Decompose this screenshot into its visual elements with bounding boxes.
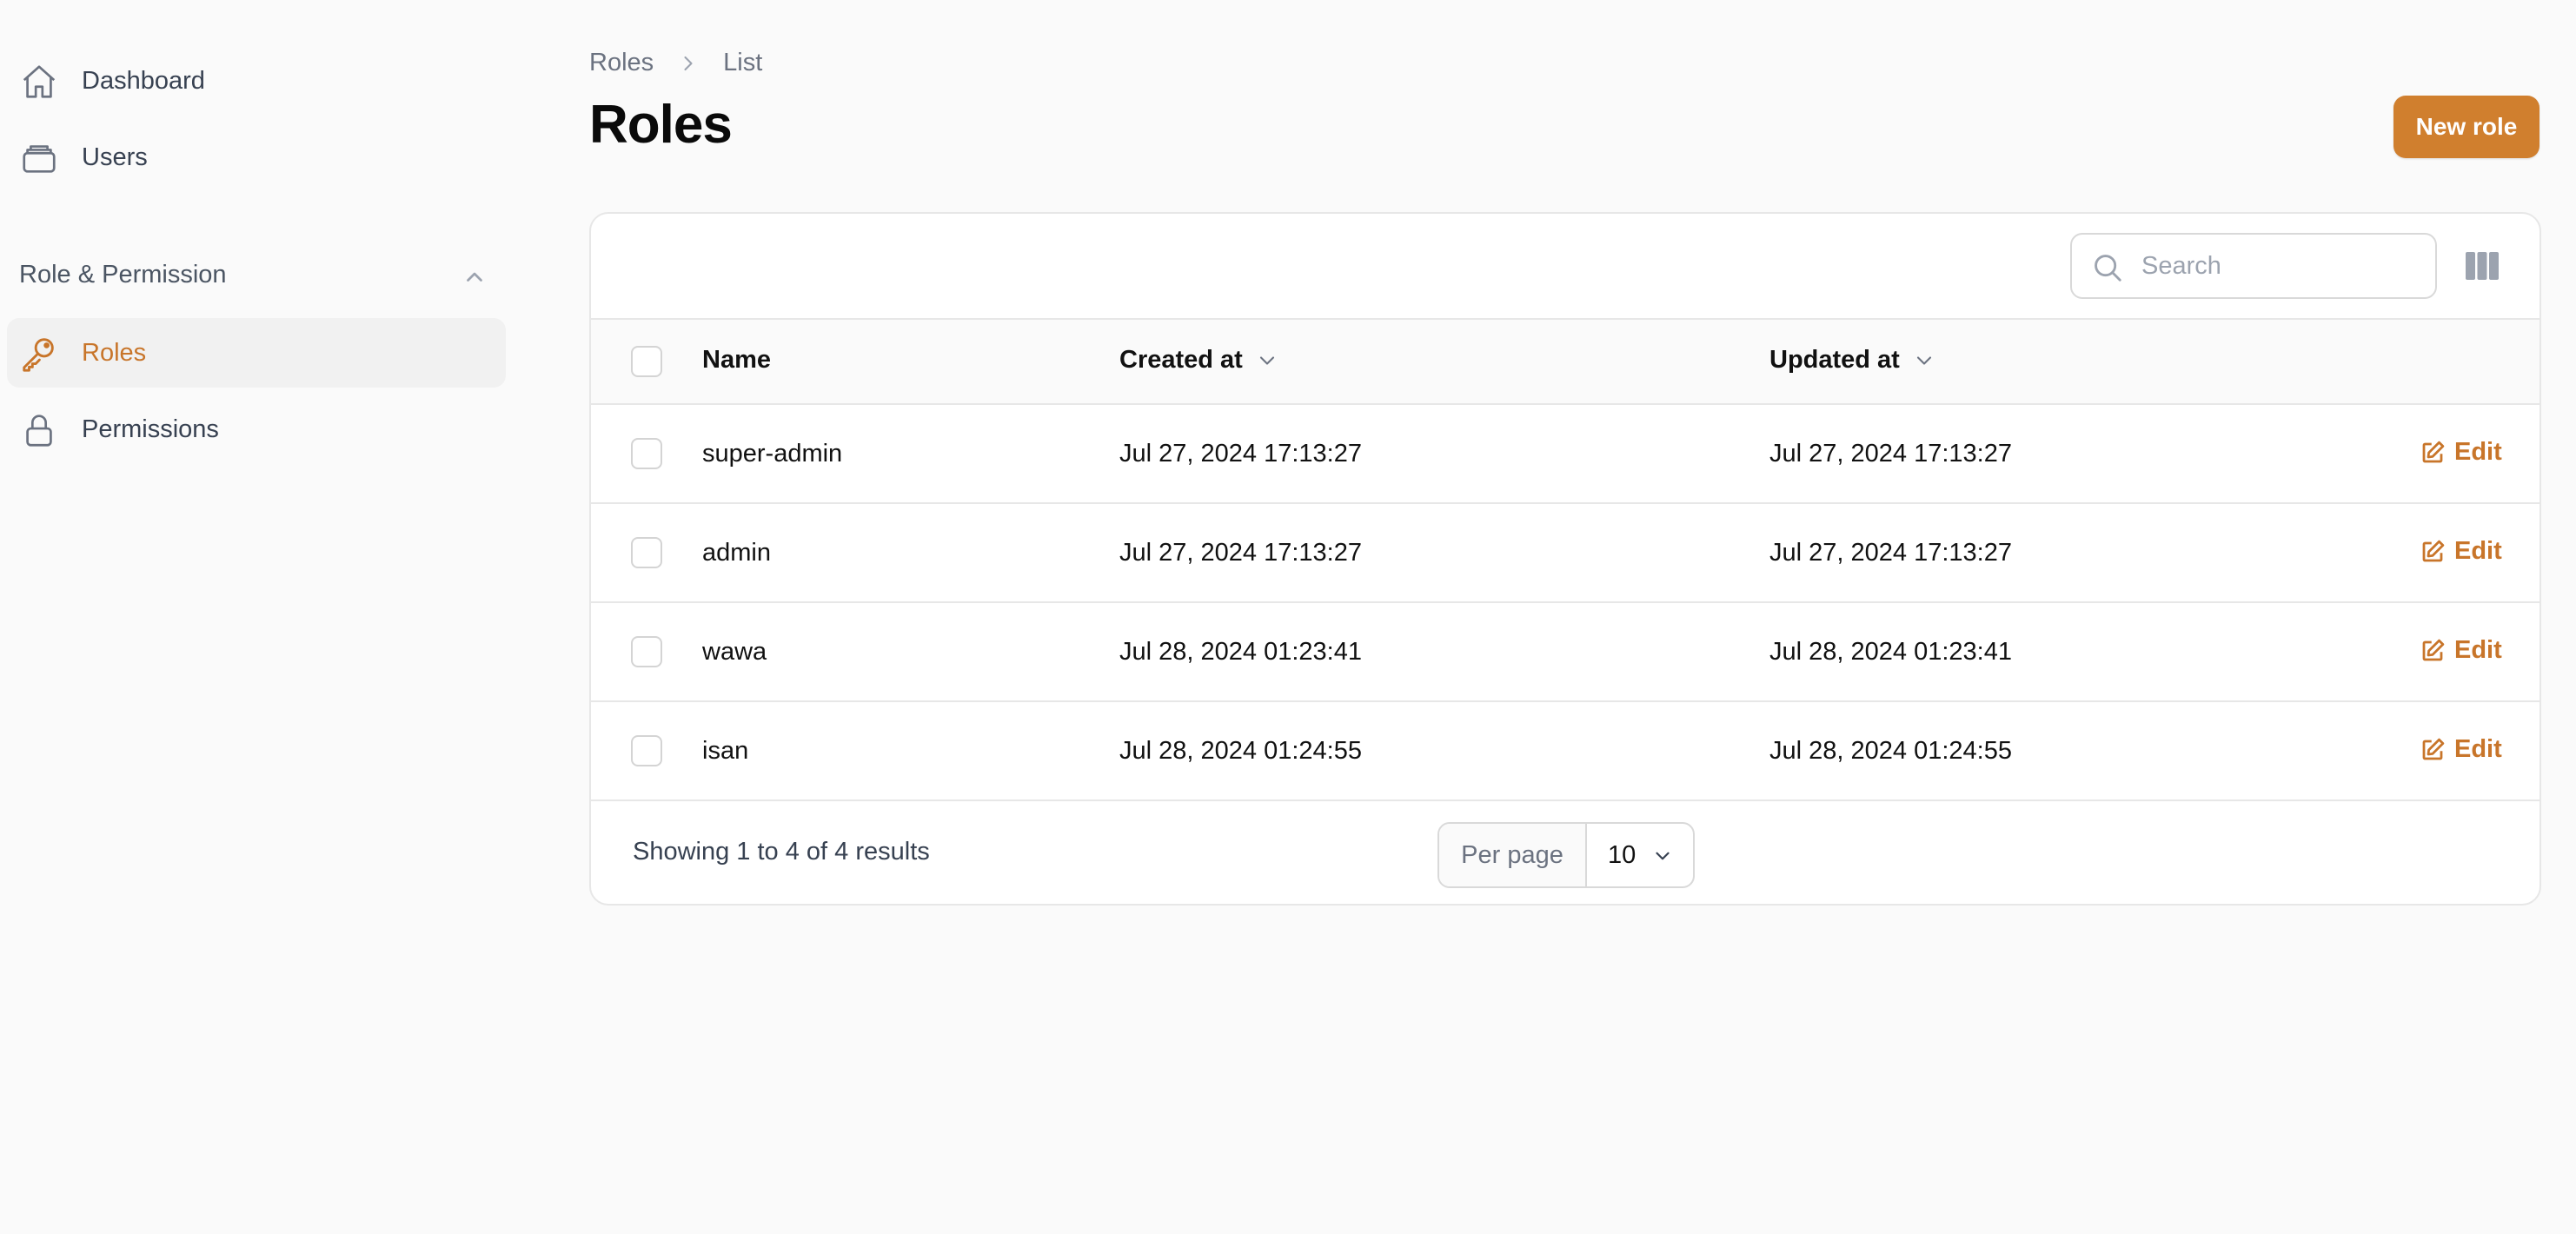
sidebar-item-label: Dashboard	[82, 66, 205, 95]
sidebar-item-label: Roles	[82, 338, 147, 367]
column-header-label: Updated at	[1769, 346, 1900, 374]
created-at: Jul 27, 2024 17:13:27	[1119, 440, 1362, 468]
breadcrumb-link-roles[interactable]: Roles	[589, 49, 654, 77]
created-at: Jul 28, 2024 01:24:55	[1119, 737, 1362, 765]
sidebar-item-label: Users	[82, 143, 148, 171]
edit-button[interactable]: Edit	[2420, 438, 2502, 467]
row-checkbox[interactable]	[631, 438, 662, 469]
chevron-down-icon	[1259, 355, 1274, 365]
edit-button[interactable]: Edit	[2420, 636, 2502, 665]
page-title: Roles	[589, 95, 733, 155]
select-all-checkbox[interactable]	[631, 346, 662, 377]
table-row: super-admin Jul 27, 2024 17:13:27 Jul 27…	[591, 405, 2539, 504]
sidebar: Dashboard Users Role & Permission Roles …	[0, 0, 521, 1234]
columns-toggle-icon[interactable]	[2465, 250, 2500, 282]
edit-button[interactable]: Edit	[2420, 537, 2502, 566]
chevron-up-icon[interactable]	[459, 261, 490, 292]
per-page-label: Per page	[1439, 824, 1587, 886]
results-summary: Showing 1 to 4 of 4 results	[633, 838, 930, 866]
updated-at: Jul 28, 2024 01:24:55	[1769, 737, 2012, 765]
edit-icon	[2422, 738, 2445, 760]
edit-label: Edit	[2454, 438, 2502, 466]
row-checkbox[interactable]	[631, 735, 662, 766]
role-name: isan	[702, 737, 749, 765]
new-role-button[interactable]: New role	[2393, 96, 2539, 158]
users-stack-icon	[23, 145, 56, 173]
chevron-down-icon	[1656, 852, 1670, 860]
updated-at: Jul 27, 2024 17:13:27	[1769, 539, 2012, 567]
breadcrumb: Roles List	[589, 49, 762, 77]
sidebar-item-label: Permissions	[82, 415, 219, 443]
key-icon	[23, 338, 54, 372]
roles-table-card: Name Created at Updated at super-admin J…	[589, 212, 2541, 906]
edit-label: Edit	[2454, 735, 2502, 763]
breadcrumb-current: List	[723, 49, 763, 76]
sidebar-item-permissions[interactable]: Permissions	[7, 395, 506, 464]
nav-group-label: Role & Permission	[19, 261, 227, 289]
created-at: Jul 28, 2024 01:23:41	[1119, 638, 1362, 666]
table-row: wawa Jul 28, 2024 01:23:41 Jul 28, 2024 …	[591, 603, 2539, 702]
edit-button[interactable]: Edit	[2420, 735, 2502, 764]
column-header-label: Created at	[1119, 346, 1243, 374]
lock-icon	[26, 415, 52, 447]
table-toolbar	[591, 214, 2539, 320]
table-row: admin Jul 27, 2024 17:13:27 Jul 27, 2024…	[591, 504, 2539, 603]
role-name: super-admin	[702, 440, 843, 468]
updated-at: Jul 27, 2024 17:13:27	[1769, 440, 2012, 468]
search-icon	[2095, 255, 2121, 282]
created-at: Jul 27, 2024 17:13:27	[1119, 539, 1362, 567]
column-header-label: Name	[702, 346, 771, 374]
per-page-dropdown[interactable]: 10	[1587, 824, 1693, 886]
column-header-name: Name	[702, 346, 771, 375]
edit-icon	[2422, 639, 2445, 660]
per-page-value: 10	[1608, 840, 1637, 869]
table-footer: Showing 1 to 4 of 4 results Per page 10	[591, 801, 2539, 904]
column-header-created-at[interactable]: Created at	[1119, 346, 1279, 375]
home-icon	[23, 65, 56, 98]
sidebar-item-users[interactable]: Users	[7, 123, 506, 192]
chevron-right-icon	[684, 56, 693, 70]
chevron-down-icon	[1916, 355, 1931, 365]
per-page-select[interactable]: Per page 10	[1437, 822, 1695, 888]
role-name: wawa	[702, 638, 767, 666]
table-header: Name Created at Updated at	[591, 320, 2539, 405]
edit-label: Edit	[2454, 636, 2502, 664]
row-checkbox[interactable]	[631, 636, 662, 667]
column-header-updated-at[interactable]: Updated at	[1769, 346, 1936, 375]
search-input[interactable]	[2141, 247, 2420, 285]
sidebar-item-dashboard[interactable]: Dashboard	[7, 46, 506, 116]
updated-at: Jul 28, 2024 01:23:41	[1769, 638, 2012, 666]
sidebar-item-roles[interactable]: Roles	[7, 318, 506, 388]
search-box[interactable]	[2070, 233, 2437, 299]
table-row: isan Jul 28, 2024 01:24:55 Jul 28, 2024 …	[591, 702, 2539, 801]
edit-icon	[2422, 540, 2445, 561]
row-checkbox[interactable]	[631, 537, 662, 568]
edit-label: Edit	[2454, 537, 2502, 565]
edit-icon	[2422, 441, 2445, 462]
role-name: admin	[702, 539, 771, 567]
